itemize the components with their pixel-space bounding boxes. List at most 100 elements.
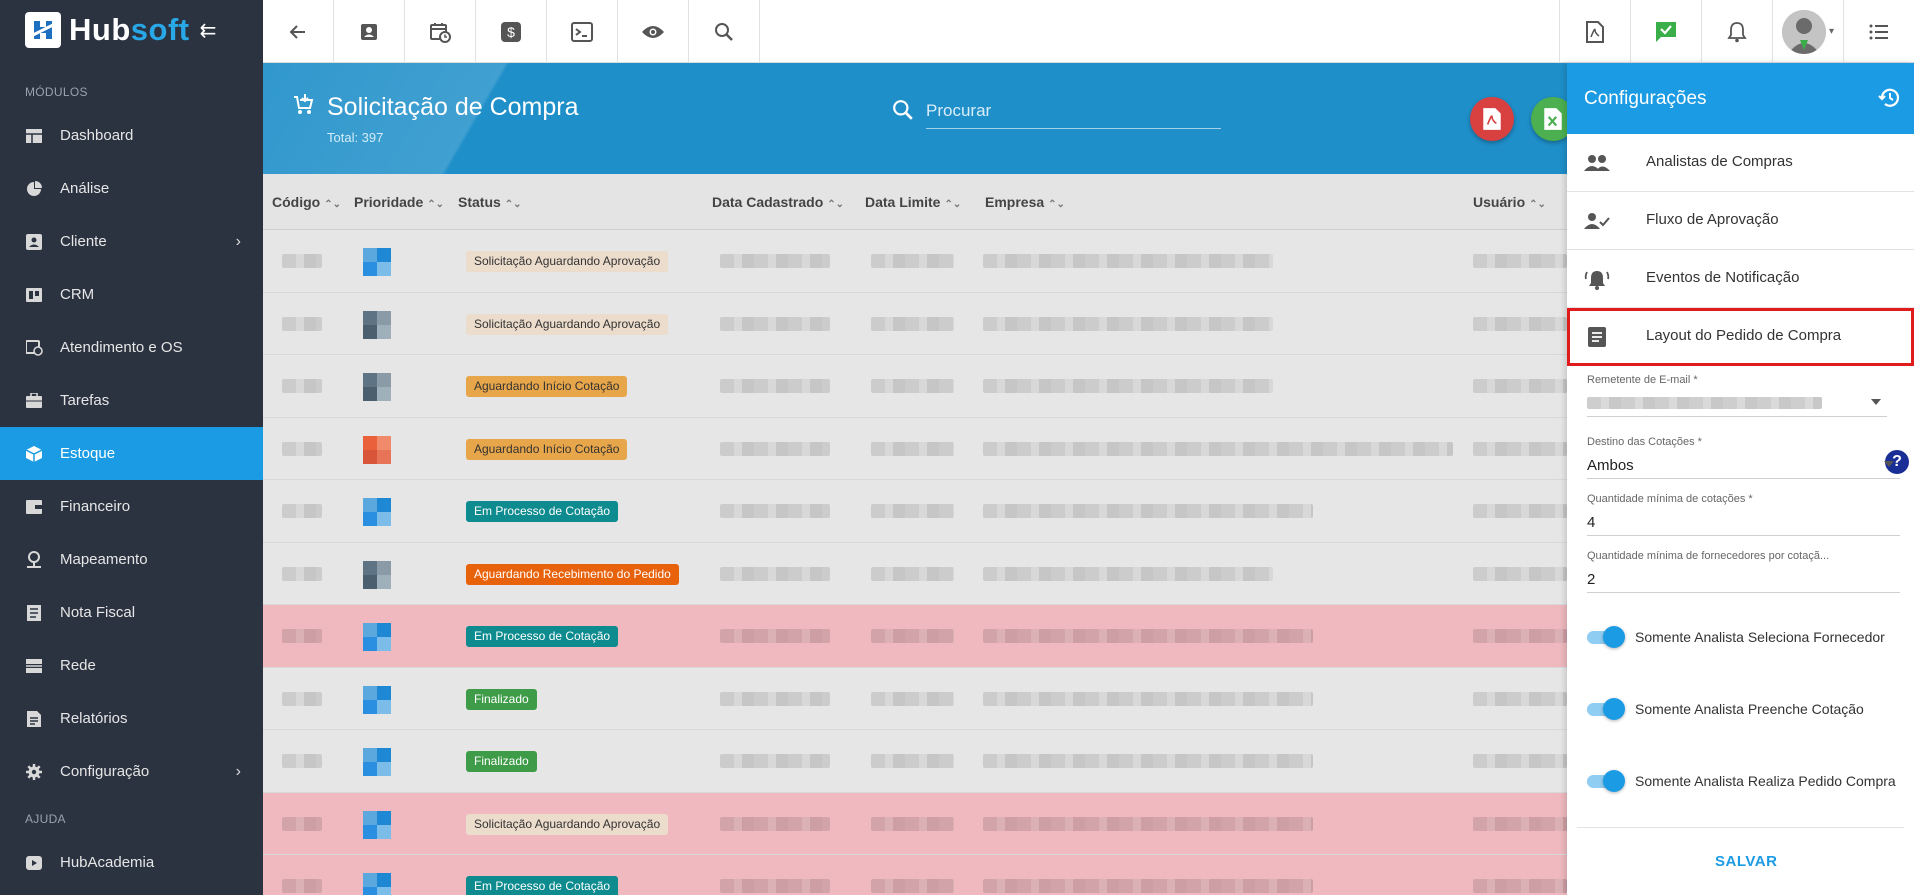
table-row[interactable]: Aguardando Início Cotação	[263, 417, 1567, 480]
priority-indicator	[363, 873, 391, 895]
history-icon[interactable]	[1878, 86, 1902, 116]
table-row[interactable]: Em Processo de Cotação	[263, 855, 1567, 895]
data-cadastrado-cell	[720, 754, 830, 768]
toggle-switch[interactable]	[1587, 698, 1625, 720]
destino-cotacoes-field[interactable]: Destino das Cotações * Ambos	[1587, 436, 1900, 479]
sidebar-item-nota-fiscal[interactable]: Nota Fiscal	[0, 586, 263, 639]
schedule-button[interactable]	[405, 0, 476, 63]
field-label: Remetente de E-mail *	[1587, 374, 1698, 386]
finance-button[interactable]: $	[476, 0, 547, 63]
sidebar-item-atendimento-e-os[interactable]: Atendimento e OS	[0, 321, 263, 374]
table-row[interactable]: Em Processo de Cotação	[263, 605, 1567, 668]
back-button[interactable]	[263, 0, 334, 63]
list-icon	[1869, 24, 1888, 39]
toggle-switch[interactable]	[1587, 770, 1625, 792]
table-row[interactable]: Aguardando Início Cotação	[263, 355, 1567, 418]
chevron-right-icon: ›	[235, 232, 241, 250]
panel-header: Configurações	[1567, 63, 1914, 134]
calendar-clock-icon	[25, 339, 43, 357]
qtd-fornecedores-field[interactable]: Quantidade mínima de fornecedores por co…	[1587, 550, 1900, 593]
table-row[interactable]: Solicitação Aguardando Aprovação	[263, 230, 1567, 293]
qtd-fornecedores-input[interactable]: 2	[1587, 567, 1900, 593]
table-row[interactable]: Solicitação Aguardando Aprovação	[263, 792, 1567, 855]
contact-button[interactable]	[334, 0, 405, 63]
usuario-cell	[1473, 379, 1567, 393]
usuario-cell	[1473, 316, 1567, 331]
sidebar-item-dashboard[interactable]: Dashboard	[0, 109, 263, 162]
qtd-cotacoes-field[interactable]: Quantidade mínima de cotações * 4	[1587, 493, 1900, 536]
user-menu-button[interactable]: ▾	[1772, 0, 1843, 63]
field-value: 2	[1587, 571, 1596, 588]
search-input[interactable]	[926, 93, 1221, 128]
toggle-switch[interactable]	[1587, 626, 1625, 648]
destino-cotacoes-select[interactable]: Ambos	[1587, 453, 1900, 479]
col-data-limite[interactable]: Data Limite ⌃⌄	[865, 194, 961, 210]
codigo-cell	[282, 316, 322, 331]
pdf-button[interactable]	[1559, 0, 1630, 63]
sidebar-item-mapeamento[interactable]: Mapeamento	[0, 533, 263, 586]
col-prioridade[interactable]: Prioridade ⌃⌄	[354, 194, 444, 210]
sidebar-item-crm[interactable]: CRM	[0, 268, 263, 321]
notifications-button[interactable]	[1701, 0, 1772, 63]
sidebar-item-relatorios[interactable]: Relatórios	[0, 692, 263, 745]
save-button[interactable]: SALVAR	[1715, 853, 1777, 870]
panel-item-analistas[interactable]: Analistas de Compras	[1567, 134, 1914, 192]
server-icon	[25, 657, 43, 675]
sidebar-item-cliente[interactable]: Cliente ›	[0, 215, 263, 268]
table-row[interactable]: Aguardando Recebimento do Pedido	[263, 542, 1567, 605]
sidebar-item-configuracao[interactable]: Configuração ›	[0, 745, 263, 798]
box-icon	[25, 445, 43, 463]
panel-item-fluxo[interactable]: Fluxo de Aprovação	[1567, 192, 1914, 250]
collapse-sidebar-icon[interactable]: ⇇	[200, 18, 217, 43]
data-limite-cell	[871, 754, 954, 768]
table-row[interactable]: Em Processo de Cotação	[263, 480, 1567, 543]
list-menu-button[interactable]	[1843, 0, 1914, 63]
brand-logo[interactable]: Hubsoft ⇇	[0, 0, 263, 60]
sidebar-item-label: Atendimento e OS	[60, 339, 183, 356]
export-pdf-button[interactable]	[1470, 97, 1514, 141]
col-codigo[interactable]: Código ⌃⌄	[272, 194, 341, 210]
table-row[interactable]: Finalizado	[263, 730, 1567, 793]
sidebar-item-financeiro[interactable]: Financeiro	[0, 480, 263, 533]
table-row[interactable]: Solicitação Aguardando Aprovação	[263, 292, 1567, 355]
codigo-cell	[282, 879, 322, 893]
priority-indicator	[363, 435, 391, 464]
col-status[interactable]: Status ⌃⌄	[458, 194, 522, 210]
redacted-value	[1587, 397, 1822, 409]
sidebar-item-label: Financeiro	[60, 498, 131, 515]
search-button[interactable]	[689, 0, 760, 63]
col-empresa[interactable]: Empresa ⌃⌄	[985, 194, 1065, 210]
view-button[interactable]	[618, 0, 689, 63]
toggle-preenche-cotacao[interactable]: Somente Analista Preenche Cotação	[1587, 698, 1864, 720]
toggle-label: Somente Analista Realiza Pedido Compra	[1635, 773, 1896, 789]
page-header: Solicitação de Compra Total: 397	[263, 63, 1567, 174]
pie-chart-icon	[25, 180, 43, 198]
priority-indicator	[363, 685, 391, 714]
col-data-cadastrado[interactable]: Data Cadastrado ⌃⌄	[712, 194, 844, 210]
messages-button[interactable]	[1630, 0, 1701, 63]
empresa-cell	[983, 254, 1273, 268]
field-value: Ambos	[1587, 457, 1634, 474]
sidebar-item-label: Configuração	[60, 763, 150, 780]
panel-item-layout[interactable]: Layout do Pedido de Compra	[1567, 308, 1914, 366]
panel-item-label: Fluxo de Aprovação	[1646, 211, 1779, 228]
sidebar-item-tarefas[interactable]: Tarefas	[0, 374, 263, 427]
col-usuario[interactable]: Usuário ⌃⌄	[1473, 194, 1546, 210]
terminal-button[interactable]	[547, 0, 618, 63]
qtd-cotacoes-input[interactable]: 4	[1587, 510, 1900, 536]
sidebar-item-analise[interactable]: Análise	[0, 162, 263, 215]
remetente-email-field[interactable]: Remetente de E-mail *	[1587, 374, 1900, 417]
sidebar-item-rede[interactable]: Rede	[0, 639, 263, 692]
table-row[interactable]: Finalizado	[263, 667, 1567, 730]
export-excel-button[interactable]	[1531, 97, 1567, 141]
toggle-realiza-pedido[interactable]: Somente Analista Realiza Pedido Compra	[1587, 770, 1896, 792]
usuario-cell	[1473, 754, 1567, 768]
panel-item-eventos[interactable]: Eventos de Notificação	[1567, 250, 1914, 308]
toggle-seleciona-fornecedor[interactable]: Somente Analista Seleciona Fornecedor	[1587, 626, 1885, 648]
sidebar-item-estoque[interactable]: Estoque	[0, 427, 263, 480]
sidebar-item-hubacademia[interactable]: HubAcademia	[0, 836, 263, 889]
priority-indicator	[363, 623, 391, 651]
data-cadastrado-cell	[720, 441, 830, 456]
remetente-email-select[interactable]	[1587, 391, 1887, 417]
pdf-icon	[1586, 20, 1604, 43]
